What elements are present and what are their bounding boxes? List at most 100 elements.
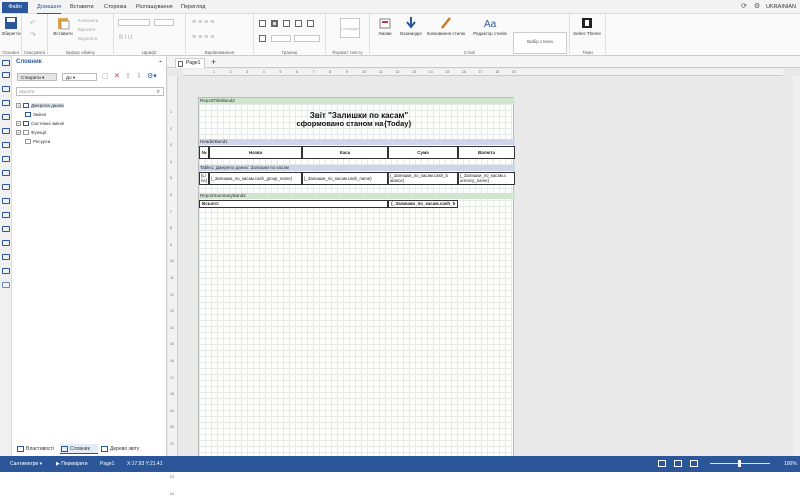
border-all-icon[interactable]	[259, 20, 266, 27]
move-down-icon[interactable]: ⇩	[136, 73, 142, 81]
shape-tool-icon[interactable]	[2, 142, 10, 148]
expand-icon[interactable]: +	[16, 121, 21, 127]
tree-item-system-variables[interactable]: + Системні змінні	[16, 121, 64, 127]
tab-report-tree[interactable]: Дерево звіту	[100, 444, 156, 454]
refresh-icon[interactable]: ⟳	[740, 3, 748, 11]
delete-button[interactable]: Видалити	[78, 36, 97, 41]
valign-buttons[interactable]: ≡≡≡≡	[192, 34, 216, 41]
header-cell[interactable]: Каса	[302, 146, 388, 159]
image-tool-icon[interactable]	[2, 114, 10, 120]
tab-home[interactable]: Домашня	[37, 0, 62, 14]
border-right-icon[interactable]	[307, 20, 314, 27]
summary-value[interactable]: {_Залишки_по_касам.cash_b	[388, 200, 458, 208]
settings-icon[interactable]: ⚙▾	[147, 73, 157, 81]
file-menu-button[interactable]: Файл	[2, 2, 28, 13]
line-style-select[interactable]	[294, 35, 320, 42]
barcode-tool-icon[interactable]	[2, 128, 10, 134]
tab-insert[interactable]: Вставити	[70, 0, 94, 14]
tab-properties[interactable]: Властивості	[16, 444, 62, 454]
tree-item-datasources[interactable]: + Джерела даних	[16, 103, 64, 109]
report-page[interactable]: ReportTitleBand2 Звіт "Залишки по касам"…	[198, 97, 515, 457]
search-input[interactable]: Шукати ⌕	[16, 87, 164, 96]
units-select[interactable]: Сантиметри ▾	[10, 456, 42, 472]
data-cell[interactable]: {Li ne}	[199, 172, 209, 185]
tree-item-functions[interactable]: + Функції	[16, 130, 46, 136]
interaction-button[interactable]: Взаємодія	[396, 16, 426, 36]
border-left-icon[interactable]	[283, 20, 290, 27]
align-buttons[interactable]: ≡≡≡≡	[192, 19, 216, 26]
container-tool-icon[interactable]	[2, 240, 10, 246]
check-button[interactable]: ▶ Перевірити	[56, 456, 88, 472]
style-select[interactable]: Вибір стилю	[513, 32, 567, 54]
undo-icon[interactable]: ↶	[30, 19, 36, 27]
search-icon[interactable]: ⌕	[157, 88, 160, 96]
border-top-icon[interactable]	[295, 20, 302, 27]
checkbox-tool-icon[interactable]	[2, 212, 10, 218]
tab-layout[interactable]: Розташування	[136, 0, 173, 14]
data-cell[interactable]: {_Залишки_по_касам.cash_group_name}	[209, 172, 302, 185]
language-selector[interactable]: UKRAINIAN	[766, 0, 796, 14]
tree-item-resources[interactable]: Ресурси	[25, 139, 50, 145]
header-cell[interactable]: Валюта	[458, 146, 515, 159]
subreport-tool-icon[interactable]	[2, 226, 10, 232]
crosstab-tool-icon[interactable]	[2, 198, 10, 204]
gauge-tool-icon[interactable]	[2, 282, 10, 288]
settings-icon[interactable]: ⚙	[753, 3, 761, 11]
pin-icon[interactable]: ⌖	[159, 59, 162, 65]
chart-tool-icon[interactable]	[2, 156, 10, 162]
header-cell[interactable]: №	[199, 146, 209, 159]
move-up-icon[interactable]: ⇧	[125, 73, 131, 81]
fill-color-icon[interactable]	[259, 35, 266, 42]
edit-icon[interactable]: ▢	[102, 73, 109, 81]
band-tool-icon[interactable]	[2, 72, 10, 78]
report-date-text[interactable]: {Today}	[384, 119, 411, 128]
copy-button[interactable]: Копіювати	[78, 18, 98, 23]
tab-view[interactable]: Перегляд	[181, 0, 205, 14]
page-tab[interactable]: Page1	[175, 58, 205, 68]
header-cell[interactable]: Назва	[209, 146, 302, 159]
table-tool-icon[interactable]	[2, 184, 10, 190]
vertical-scrollbar[interactable]	[793, 76, 800, 456]
band-header[interactable]: HeaderBand1	[199, 139, 515, 145]
add-page-button[interactable]: +	[211, 57, 216, 67]
expand-icon[interactable]: +	[16, 103, 21, 109]
copy-style-button[interactable]: Копіювання стилю	[426, 16, 466, 36]
signature-tool-icon[interactable]	[2, 268, 10, 274]
border-outline-icon[interactable]	[271, 20, 278, 27]
cut-button[interactable]: Вирізати	[78, 27, 95, 32]
header-cell[interactable]: Сума	[388, 146, 458, 159]
style-editor-button[interactable]: Aa Редактор стилів	[470, 16, 510, 36]
data-cell[interactable]: {_Залишки_по_касам.cash_name}	[302, 172, 388, 185]
font-family-select[interactable]	[118, 19, 150, 26]
line-color-select[interactable]	[271, 35, 291, 42]
text-tool-icon[interactable]	[2, 86, 10, 92]
zoom-slider-handle[interactable]	[738, 460, 741, 467]
expand-icon[interactable]: +	[16, 130, 21, 136]
report-subtitle-text[interactable]: сформовано станом на	[285, 119, 395, 128]
map-tool-icon[interactable]	[2, 170, 10, 176]
tree-item-variables[interactable]: Змінні	[25, 112, 46, 118]
summary-label[interactable]: Всього:	[199, 200, 388, 208]
band-report-title[interactable]: ReportTitleBand2	[199, 98, 515, 104]
font-size-select[interactable]	[154, 19, 174, 26]
do-select[interactable]: До ▾	[62, 73, 97, 81]
band-summary[interactable]: ReportSummaryBand2	[199, 193, 515, 199]
create-button[interactable]: Створити ▾	[17, 73, 57, 81]
paste-button[interactable]: Вставити	[48, 16, 78, 36]
data-cell[interactable]: {_Залишки_по_касам.c urrency_name}	[458, 172, 515, 185]
delete-icon[interactable]: ✕	[114, 73, 120, 81]
view-fit-icon[interactable]	[690, 460, 698, 467]
data-cell[interactable]: {_Залишки_по_касам.cash_b alance}	[388, 172, 458, 185]
redo-icon[interactable]: ↷	[30, 31, 36, 39]
tab-page[interactable]: Сторінка	[104, 0, 126, 14]
select-theme-button[interactable]: Select Theme	[572, 16, 602, 36]
band-data[interactable]: Table1; Джерело даних: Залишки по касам	[199, 165, 515, 171]
bold-button[interactable]: B I U	[119, 35, 132, 41]
view-normal-icon[interactable]	[658, 460, 666, 467]
select-tool-icon[interactable]	[2, 60, 10, 66]
text-format-button[interactable]: Стандарт	[340, 18, 360, 38]
view-page-icon[interactable]	[674, 460, 682, 467]
panel-tool-icon[interactable]	[2, 254, 10, 260]
tab-dictionary[interactable]: Словник	[60, 444, 98, 454]
richtext-tool-icon[interactable]	[2, 100, 10, 106]
